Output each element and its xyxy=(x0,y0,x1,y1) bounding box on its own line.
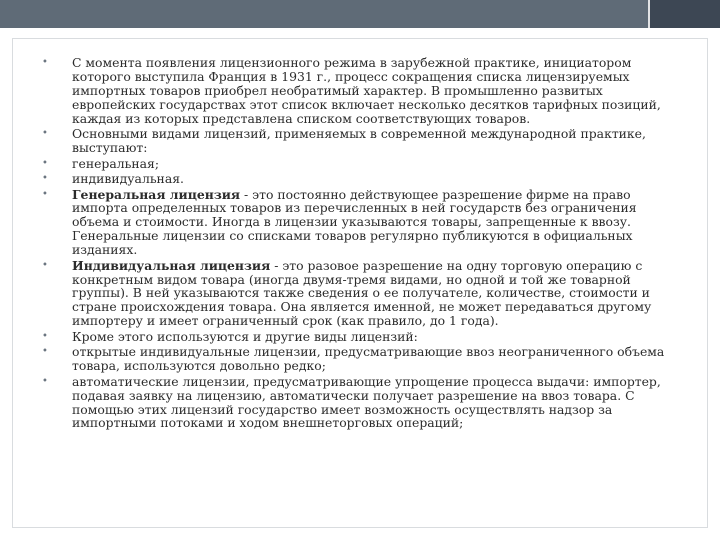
item-bold: Генеральная лицензия xyxy=(72,186,241,202)
item-bold: Индивидуальная лицензия xyxy=(72,257,271,273)
bullet-icon: • xyxy=(42,375,48,387)
bullet-icon: • xyxy=(42,157,48,169)
header-bar xyxy=(0,0,720,28)
bullet-icon: • xyxy=(42,346,48,358)
item-text: Основными видами лицензий, применяемых в… xyxy=(72,126,646,156)
item-text: автоматические лицензии, предусматривающ… xyxy=(72,373,661,431)
item-text: генеральная; xyxy=(72,155,159,171)
list-item: • Генеральная лицензия - это постоянно де… xyxy=(42,186,682,258)
item-text: С момента появления лицензионного режима… xyxy=(72,55,661,126)
slide-content: • С момента появления лицензионного режим… xyxy=(42,56,682,432)
list-item: • открытые индивидуальные лицензии, преду… xyxy=(42,345,682,373)
item-text: индивидуальная. xyxy=(72,171,184,187)
list-item: • индивидуальная. xyxy=(42,172,682,186)
bullet-icon: • xyxy=(42,188,48,200)
list-item: • Основными видами лицензий, применяемых … xyxy=(42,127,682,155)
bullet-icon: • xyxy=(42,330,48,342)
list-item: • автоматические лицензии, предусматриваю… xyxy=(42,373,682,431)
header-bar-accent xyxy=(0,0,648,28)
bullet-icon: • xyxy=(42,173,48,185)
item-text: Кроме этого используются и другие виды л… xyxy=(72,328,418,344)
bullet-icon: • xyxy=(42,259,48,271)
header-bar-divider xyxy=(648,0,650,28)
bullet-icon: • xyxy=(42,128,48,140)
list-item: • Кроме этого используются и другие виды … xyxy=(42,328,682,344)
header-bar-corner xyxy=(648,0,720,28)
list-item: • генеральная; xyxy=(42,155,682,171)
item-text: открытые индивидуальные лицензии, предус… xyxy=(72,344,665,374)
bullet-icon: • xyxy=(42,57,48,68)
list-item: • Индивидуальная лицензия - это разовое р… xyxy=(42,257,682,329)
list-item: • С момента появления лицензионного режим… xyxy=(42,56,682,126)
bullet-list: • С момента появления лицензионного режим… xyxy=(42,56,682,430)
